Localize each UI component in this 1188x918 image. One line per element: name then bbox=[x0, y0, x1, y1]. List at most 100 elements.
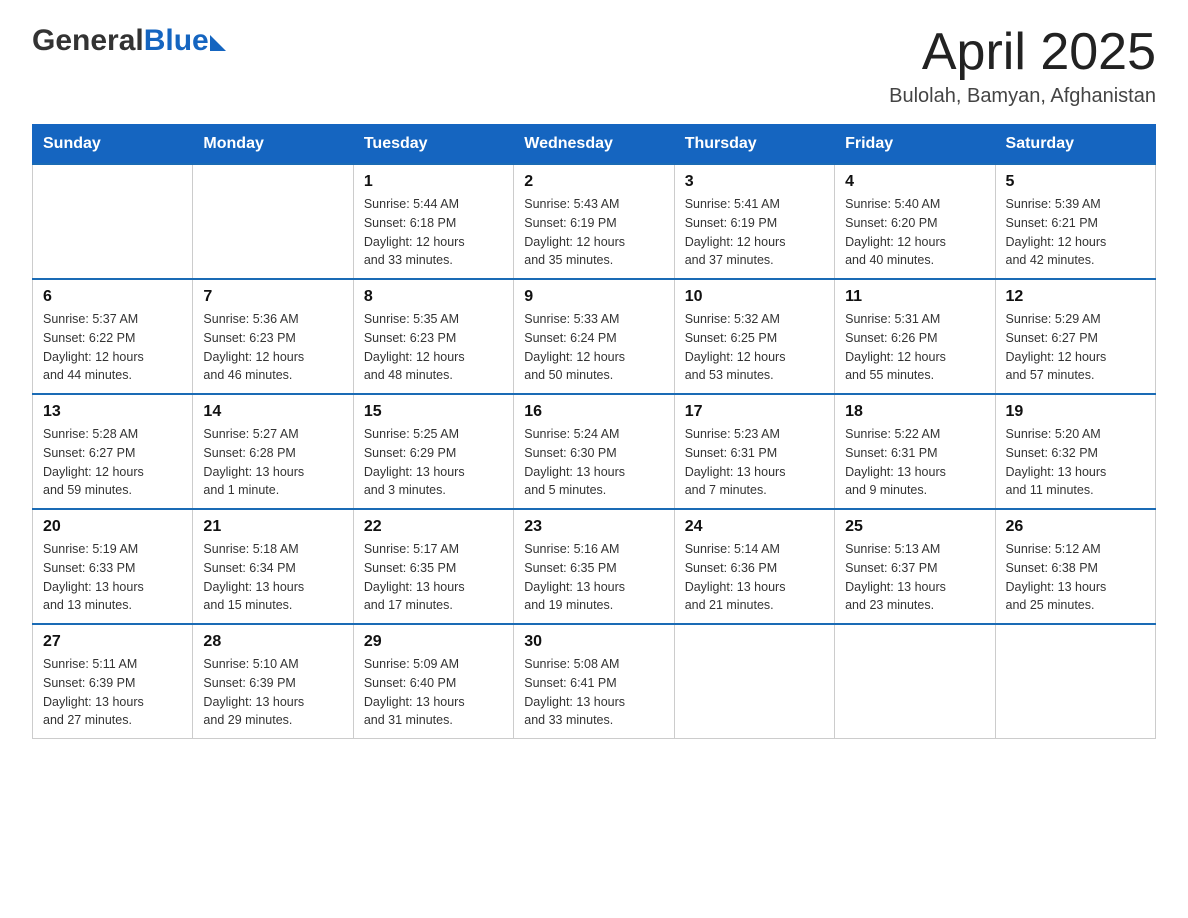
day-number: 4 bbox=[845, 173, 984, 191]
calendar-cell: 26 Sunrise: 5:12 AMSunset: 6:38 PMDayligh… bbox=[995, 509, 1155, 624]
day-number: 25 bbox=[845, 518, 984, 536]
day-number: 2 bbox=[524, 173, 663, 191]
calendar-cell: 4 Sunrise: 5:40 AMSunset: 6:20 PMDaylight… bbox=[835, 164, 995, 279]
calendar-cell: 22 Sunrise: 5:17 AMSunset: 6:35 PMDayligh… bbox=[353, 509, 513, 624]
col-thursday: Thursday bbox=[674, 125, 834, 165]
day-info: Sunrise: 5:28 AMSunset: 6:27 PMDaylight:… bbox=[43, 425, 182, 500]
day-info: Sunrise: 5:12 AMSunset: 6:38 PMDaylight:… bbox=[1006, 540, 1145, 615]
day-number: 30 bbox=[524, 633, 663, 651]
calendar-cell bbox=[835, 624, 995, 739]
day-info: Sunrise: 5:36 AMSunset: 6:23 PMDaylight:… bbox=[203, 310, 342, 385]
day-number: 23 bbox=[524, 518, 663, 536]
calendar-cell: 16 Sunrise: 5:24 AMSunset: 6:30 PMDayligh… bbox=[514, 394, 674, 509]
header-row: Sunday Monday Tuesday Wednesday Thursday… bbox=[33, 125, 1156, 165]
day-number: 24 bbox=[685, 518, 824, 536]
calendar-cell bbox=[33, 164, 193, 279]
day-number: 13 bbox=[43, 403, 182, 421]
day-info: Sunrise: 5:09 AMSunset: 6:40 PMDaylight:… bbox=[364, 655, 503, 730]
day-info: Sunrise: 5:20 AMSunset: 6:32 PMDaylight:… bbox=[1006, 425, 1145, 500]
calendar-cell: 25 Sunrise: 5:13 AMSunset: 6:37 PMDayligh… bbox=[835, 509, 995, 624]
calendar-cell: 20Sunrise: 5:19 AMSunset: 6:33 PMDayligh… bbox=[33, 509, 193, 624]
calendar-cell: 28 Sunrise: 5:10 AMSunset: 6:39 PMDayligh… bbox=[193, 624, 353, 739]
col-sunday: Sunday bbox=[33, 125, 193, 165]
calendar-week-2: 6 Sunrise: 5:37 AMSunset: 6:22 PMDaylight… bbox=[33, 279, 1156, 394]
day-info: Sunrise: 5:41 AMSunset: 6:19 PMDaylight:… bbox=[685, 195, 824, 270]
calendar-cell: 15 Sunrise: 5:25 AMSunset: 6:29 PMDayligh… bbox=[353, 394, 513, 509]
day-info: Sunrise: 5:14 AMSunset: 6:36 PMDaylight:… bbox=[685, 540, 824, 615]
logo-general-text: General bbox=[32, 24, 144, 58]
calendar-cell: 24 Sunrise: 5:14 AMSunset: 6:36 PMDayligh… bbox=[674, 509, 834, 624]
calendar-cell bbox=[674, 624, 834, 739]
day-number: 28 bbox=[203, 633, 342, 651]
calendar-cell: 14 Sunrise: 5:27 AMSunset: 6:28 PMDayligh… bbox=[193, 394, 353, 509]
calendar-cell: 29Sunrise: 5:09 AMSunset: 6:40 PMDayligh… bbox=[353, 624, 513, 739]
day-info: Sunrise: 5:18 AMSunset: 6:34 PMDaylight:… bbox=[203, 540, 342, 615]
day-number: 1 bbox=[364, 173, 503, 191]
day-info: Sunrise: 5:29 AMSunset: 6:27 PMDaylight:… bbox=[1006, 310, 1145, 385]
calendar-cell: 21Sunrise: 5:18 AMSunset: 6:34 PMDayligh… bbox=[193, 509, 353, 624]
logo: General Blue bbox=[32, 24, 226, 58]
calendar-cell: 19Sunrise: 5:20 AMSunset: 6:32 PMDayligh… bbox=[995, 394, 1155, 509]
day-info: Sunrise: 5:40 AMSunset: 6:20 PMDaylight:… bbox=[845, 195, 984, 270]
day-info: Sunrise: 5:17 AMSunset: 6:35 PMDaylight:… bbox=[364, 540, 503, 615]
calendar-cell: 23 Sunrise: 5:16 AMSunset: 6:35 PMDayligh… bbox=[514, 509, 674, 624]
day-info: Sunrise: 5:11 AMSunset: 6:39 PMDaylight:… bbox=[43, 655, 182, 730]
day-info: Sunrise: 5:24 AMSunset: 6:30 PMDaylight:… bbox=[524, 425, 663, 500]
day-number: 16 bbox=[524, 403, 663, 421]
day-number: 11 bbox=[845, 288, 984, 306]
day-number: 26 bbox=[1006, 518, 1145, 536]
day-number: 15 bbox=[364, 403, 503, 421]
day-number: 18 bbox=[845, 403, 984, 421]
day-number: 22 bbox=[364, 518, 503, 536]
day-number: 12 bbox=[1006, 288, 1145, 306]
col-monday: Monday bbox=[193, 125, 353, 165]
day-number: 3 bbox=[685, 173, 824, 191]
day-number: 8 bbox=[364, 288, 503, 306]
day-info: Sunrise: 5:35 AMSunset: 6:23 PMDaylight:… bbox=[364, 310, 503, 385]
calendar-table: Sunday Monday Tuesday Wednesday Thursday… bbox=[32, 124, 1156, 739]
day-info: Sunrise: 5:25 AMSunset: 6:29 PMDaylight:… bbox=[364, 425, 503, 500]
page-header: General Blue April 2025 Bulolah, Bamyan,… bbox=[32, 24, 1156, 108]
calendar-week-5: 27 Sunrise: 5:11 AMSunset: 6:39 PMDayligh… bbox=[33, 624, 1156, 739]
day-info: Sunrise: 5:13 AMSunset: 6:37 PMDaylight:… bbox=[845, 540, 984, 615]
calendar-cell: 1 Sunrise: 5:44 AMSunset: 6:18 PMDaylight… bbox=[353, 164, 513, 279]
calendar-cell: 11 Sunrise: 5:31 AMSunset: 6:26 PMDayligh… bbox=[835, 279, 995, 394]
calendar-cell: 10 Sunrise: 5:32 AMSunset: 6:25 PMDayligh… bbox=[674, 279, 834, 394]
day-info: Sunrise: 5:43 AMSunset: 6:19 PMDaylight:… bbox=[524, 195, 663, 270]
calendar-cell: 18 Sunrise: 5:22 AMSunset: 6:31 PMDayligh… bbox=[835, 394, 995, 509]
day-info: Sunrise: 5:10 AMSunset: 6:39 PMDaylight:… bbox=[203, 655, 342, 730]
calendar-week-1: 1 Sunrise: 5:44 AMSunset: 6:18 PMDaylight… bbox=[33, 164, 1156, 279]
calendar-cell: 12 Sunrise: 5:29 AMSunset: 6:27 PMDayligh… bbox=[995, 279, 1155, 394]
day-number: 5 bbox=[1006, 173, 1145, 191]
calendar-week-4: 20Sunrise: 5:19 AMSunset: 6:33 PMDayligh… bbox=[33, 509, 1156, 624]
day-number: 14 bbox=[203, 403, 342, 421]
calendar-cell: 2 Sunrise: 5:43 AMSunset: 6:19 PMDaylight… bbox=[514, 164, 674, 279]
day-number: 6 bbox=[43, 288, 182, 306]
day-number: 27 bbox=[43, 633, 182, 651]
col-wednesday: Wednesday bbox=[514, 125, 674, 165]
day-info: Sunrise: 5:33 AMSunset: 6:24 PMDaylight:… bbox=[524, 310, 663, 385]
calendar-cell: 6 Sunrise: 5:37 AMSunset: 6:22 PMDaylight… bbox=[33, 279, 193, 394]
day-number: 17 bbox=[685, 403, 824, 421]
day-number: 20 bbox=[43, 518, 182, 536]
day-info: Sunrise: 5:32 AMSunset: 6:25 PMDaylight:… bbox=[685, 310, 824, 385]
col-tuesday: Tuesday bbox=[353, 125, 513, 165]
calendar-cell: 13 Sunrise: 5:28 AMSunset: 6:27 PMDayligh… bbox=[33, 394, 193, 509]
day-info: Sunrise: 5:44 AMSunset: 6:18 PMDaylight:… bbox=[364, 195, 503, 270]
calendar-cell: 9 Sunrise: 5:33 AMSunset: 6:24 PMDaylight… bbox=[514, 279, 674, 394]
day-info: Sunrise: 5:22 AMSunset: 6:31 PMDaylight:… bbox=[845, 425, 984, 500]
calendar-cell bbox=[193, 164, 353, 279]
day-info: Sunrise: 5:16 AMSunset: 6:35 PMDaylight:… bbox=[524, 540, 663, 615]
day-info: Sunrise: 5:31 AMSunset: 6:26 PMDaylight:… bbox=[845, 310, 984, 385]
calendar-cell: 3 Sunrise: 5:41 AMSunset: 6:19 PMDaylight… bbox=[674, 164, 834, 279]
day-info: Sunrise: 5:37 AMSunset: 6:22 PMDaylight:… bbox=[43, 310, 182, 385]
calendar-body: 1 Sunrise: 5:44 AMSunset: 6:18 PMDaylight… bbox=[33, 164, 1156, 739]
day-info: Sunrise: 5:27 AMSunset: 6:28 PMDaylight:… bbox=[203, 425, 342, 500]
day-number: 10 bbox=[685, 288, 824, 306]
day-info: Sunrise: 5:23 AMSunset: 6:31 PMDaylight:… bbox=[685, 425, 824, 500]
day-info: Sunrise: 5:08 AMSunset: 6:41 PMDaylight:… bbox=[524, 655, 663, 730]
calendar-cell: 17 Sunrise: 5:23 AMSunset: 6:31 PMDayligh… bbox=[674, 394, 834, 509]
col-friday: Friday bbox=[835, 125, 995, 165]
day-number: 9 bbox=[524, 288, 663, 306]
calendar-cell bbox=[995, 624, 1155, 739]
